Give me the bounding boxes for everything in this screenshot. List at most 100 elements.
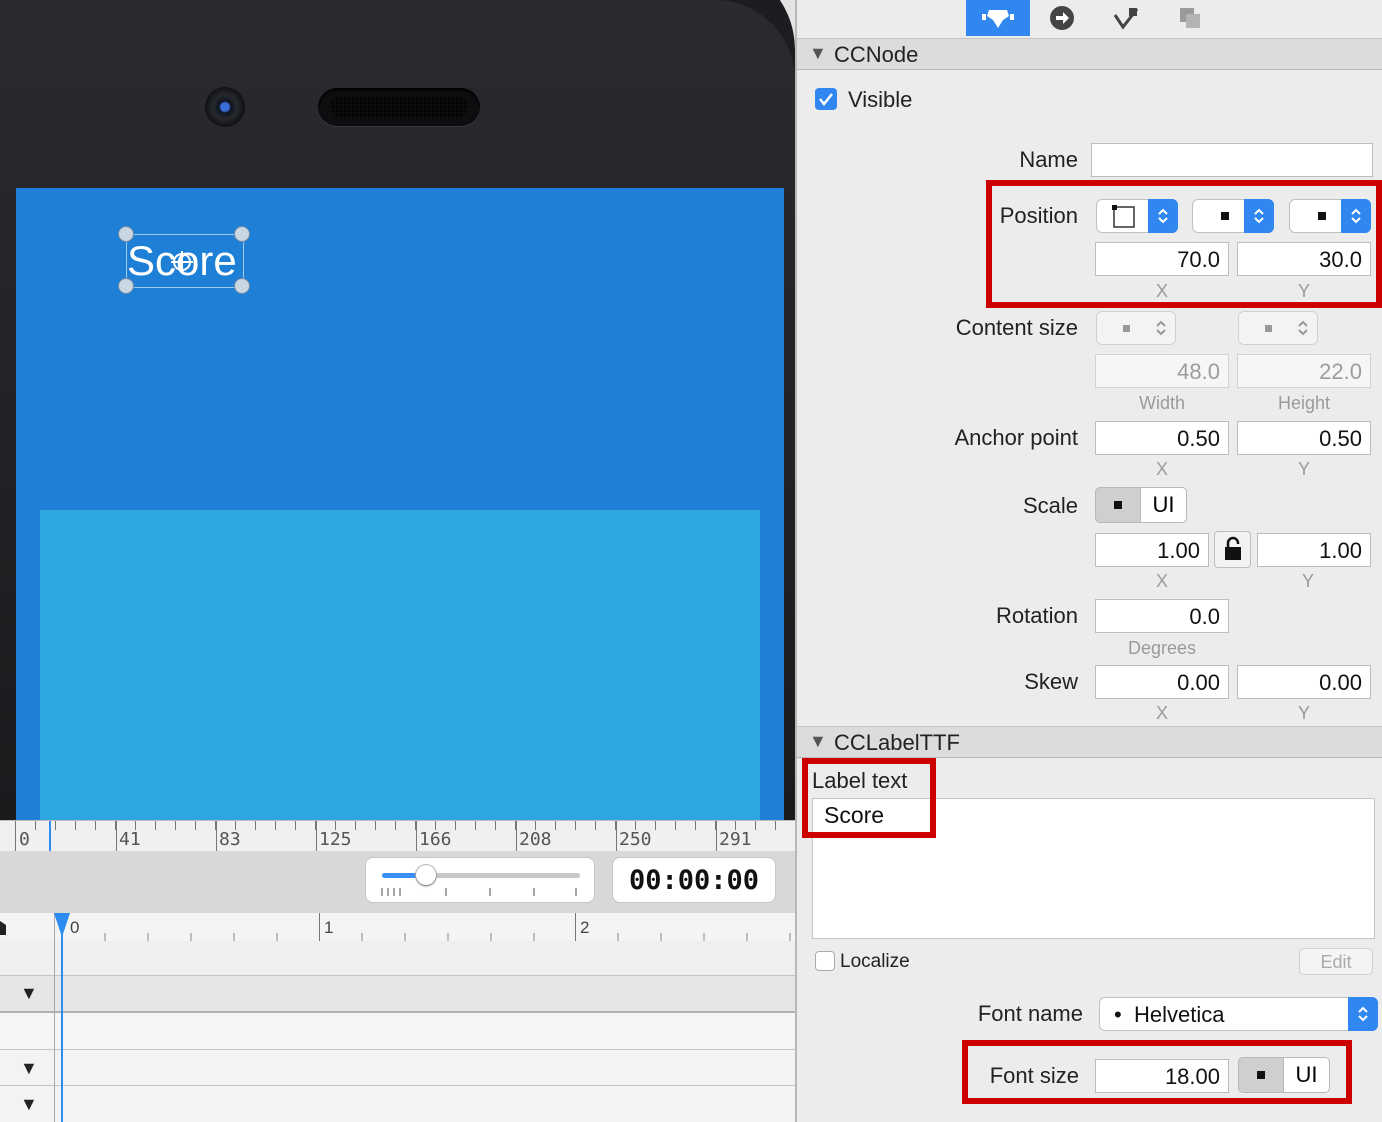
anchor-y-field[interactable]: 0.50	[1237, 421, 1371, 455]
highlight-font-size	[962, 1040, 1352, 1104]
content-width-field[interactable]: 48.0	[1095, 354, 1229, 388]
tab-templates[interactable]	[1158, 0, 1222, 36]
height-caption: Height	[1277, 393, 1331, 413]
x-axis-caption: X	[1155, 571, 1168, 591]
content-height-unit-select[interactable]	[1238, 311, 1318, 345]
zoom-slider-knob[interactable]	[416, 865, 436, 885]
resize-handle-top-right[interactable]	[234, 226, 250, 242]
ruler-tick	[255, 821, 256, 830]
lock-icon	[1225, 536, 1241, 560]
font-name-label: Font name	[977, 1001, 1083, 1026]
edit-button[interactable]: Edit	[1299, 948, 1373, 975]
bullet-icon: •	[1114, 1002, 1122, 1027]
timeline-row[interactable]: ▼	[0, 1050, 795, 1086]
timeline-row[interactable]	[0, 941, 795, 976]
localize-checkbox[interactable]	[815, 951, 835, 971]
content-height-field[interactable]: 22.0	[1237, 354, 1371, 388]
ruler-tick	[635, 821, 636, 830]
scale-y-field[interactable]: 1.00	[1257, 533, 1371, 567]
chevron-updown-icon	[1288, 311, 1318, 345]
timeline-row[interactable]: ▼	[0, 1086, 795, 1122]
rotation-field[interactable]: 0.0	[1095, 599, 1229, 633]
tab-physics[interactable]	[1094, 0, 1158, 36]
ruler-label: 291	[719, 829, 752, 850]
timeline-gutter	[0, 913, 55, 1122]
ruler-tick	[615, 821, 616, 830]
ruler-tick	[755, 821, 756, 830]
name-label: Name	[1019, 147, 1078, 172]
playhead[interactable]	[61, 913, 63, 1122]
ruler-tick	[415, 821, 416, 830]
ruler-label: 250	[619, 829, 652, 850]
tab-properties[interactable]	[966, 0, 1030, 36]
ruler-tick	[235, 821, 236, 830]
canvas-area: Score 0 41 83 125 166 208 250 291 00:00:…	[0, 0, 795, 1122]
zoom-scale-ticks	[381, 888, 577, 896]
arrow-circle-icon	[1050, 6, 1074, 30]
ruler-label: 166	[419, 829, 452, 850]
visible-checkbox[interactable]	[815, 88, 837, 110]
scale-points-toggle[interactable]	[1095, 487, 1141, 523]
ruler-tick	[155, 821, 156, 830]
resize-handle-bottom-right[interactable]	[234, 278, 250, 294]
timeline-ruler-ticks	[104, 933, 791, 941]
skew-label: Skew	[1024, 669, 1078, 694]
font-name-select[interactable]: • Helvetica	[1099, 997, 1378, 1031]
ruler-tick	[515, 821, 516, 830]
checkmark-icon	[819, 93, 833, 107]
section-header-ccnode[interactable]: ▼ CCNode	[797, 38, 1382, 70]
y-axis-caption: Y	[1297, 459, 1310, 479]
ruler-tick	[315, 821, 316, 830]
ruler-tick	[455, 821, 456, 830]
scene-node-panel[interactable]	[40, 510, 760, 820]
font-name-value: Helvetica	[1134, 1002, 1225, 1027]
chevron-updown-icon	[1348, 997, 1378, 1031]
rotation-label: Rotation	[996, 603, 1078, 628]
ruler-tick	[375, 821, 376, 830]
ruler-label: 125	[319, 829, 352, 850]
ruler-tick	[775, 821, 776, 830]
anchor-x-field[interactable]: 0.50	[1095, 421, 1229, 455]
content-size-label: Content size	[955, 315, 1078, 340]
x-axis-caption: X	[1155, 459, 1168, 479]
scale-x-field[interactable]: 1.00	[1095, 533, 1209, 567]
ruler-tick	[735, 821, 736, 830]
x-axis-caption: X	[1155, 703, 1168, 723]
ruler-tick	[435, 821, 436, 830]
content-width-unit-select[interactable]	[1096, 311, 1176, 345]
ruler-tick	[535, 821, 536, 830]
ruler-tick	[95, 821, 96, 830]
skew-x-field[interactable]: 0.00	[1095, 665, 1229, 699]
ruler-tick	[135, 821, 136, 830]
anchor-point-icon[interactable]	[170, 250, 194, 274]
name-field[interactable]	[1091, 143, 1373, 177]
ruler-tick	[175, 821, 176, 830]
timeline-row[interactable]: ▼	[0, 976, 795, 1013]
scale-lock-button[interactable]	[1214, 531, 1251, 568]
tab-code-connections[interactable]	[1030, 0, 1094, 36]
disclosure-triangle-icon[interactable]: ▼	[809, 731, 827, 752]
timecode-display: 00:00:00	[613, 858, 775, 902]
ruler-tick	[75, 821, 76, 830]
ruler-tick	[215, 821, 216, 830]
unit-dot-icon	[1123, 325, 1130, 332]
timeline-ruler[interactable]: 0 1 2	[0, 913, 795, 942]
section-header-cclabelttf[interactable]: ▼ CCLabelTTF	[797, 726, 1382, 758]
section-title: CCNode	[834, 42, 919, 67]
playhead-handle-icon[interactable]	[54, 913, 70, 937]
anchor-point-label: Anchor point	[954, 425, 1078, 450]
ruler-tick	[655, 821, 656, 830]
localize-label: Localize	[840, 951, 910, 972]
ruler-tick	[355, 821, 356, 830]
timeline-row[interactable]	[0, 1013, 795, 1050]
resize-handle-bottom-left[interactable]	[118, 278, 134, 294]
ruler-tick	[555, 821, 556, 830]
degrees-caption: Degrees	[1127, 638, 1197, 658]
disclosure-triangle-icon[interactable]: ▼	[809, 43, 827, 64]
skew-y-field[interactable]: 0.00	[1237, 665, 1371, 699]
scale-ui-toggle[interactable]: UI	[1140, 487, 1187, 523]
properties-icon	[982, 10, 1014, 28]
resize-handle-top-left[interactable]	[118, 226, 134, 242]
ruler-tick	[15, 821, 16, 830]
ruler-tick	[675, 821, 676, 830]
